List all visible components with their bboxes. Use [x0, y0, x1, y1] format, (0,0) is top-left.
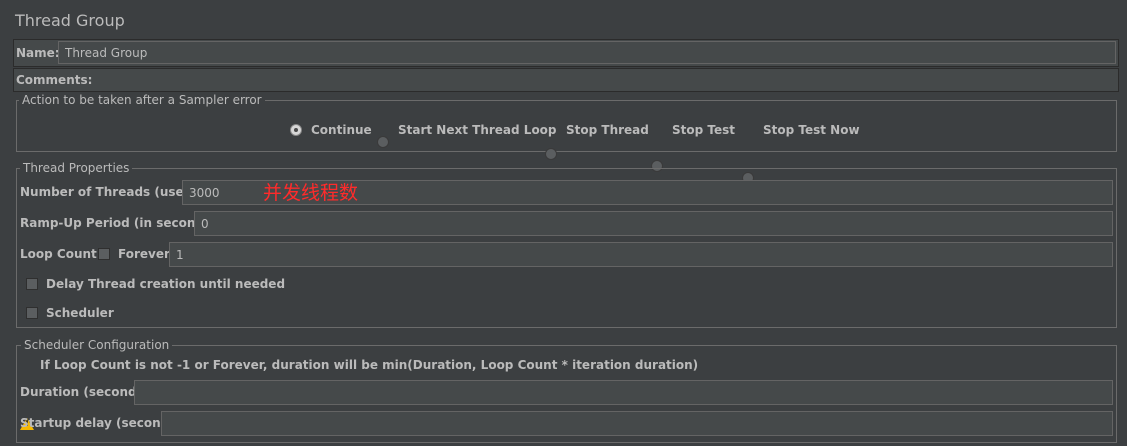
scheduler-label[interactable]: Scheduler	[46, 306, 114, 320]
delay-thread-checkbox[interactable]	[26, 278, 38, 290]
rampup-label: Ramp-Up Period (in seconds):	[20, 216, 222, 230]
forever-checkbox[interactable]	[98, 248, 110, 260]
rampup-field[interactable]: 0	[194, 211, 1113, 236]
panel-title: Thread Group	[15, 11, 125, 30]
threads-label: Number of Threads (users):	[20, 185, 208, 199]
radio-stop-test-label[interactable]: Stop Test	[672, 123, 735, 137]
name-field[interactable]: Thread Group	[58, 41, 1116, 64]
scheduler-config-legend: Scheduler Configuration	[21, 338, 173, 352]
name-label: Name:	[16, 46, 60, 60]
radio-start-next-thread-loop-label[interactable]: Start Next Thread Loop	[398, 123, 557, 137]
forever-label[interactable]: Forever	[118, 247, 170, 261]
comments-label: Comments:	[16, 73, 93, 87]
sampler-error-legend: Action to be taken after a Sampler error	[19, 93, 265, 107]
loop-count-field[interactable]: 1	[169, 242, 1113, 267]
scheduler-warning-text: If Loop Count is not -1 or Forever, dura…	[40, 358, 699, 372]
startup-delay-field[interactable]	[161, 411, 1113, 436]
delay-thread-label[interactable]: Delay Thread creation until needed	[46, 277, 285, 291]
scheduler-checkbox[interactable]	[26, 307, 38, 319]
radio-start-next-thread-loop[interactable]	[377, 136, 389, 148]
thread-properties-legend: Thread Properties	[20, 161, 133, 175]
radio-continue[interactable]	[290, 124, 302, 136]
duration-label: Duration (seconds)	[20, 385, 150, 399]
radio-stop-thread-label[interactable]: Stop Thread	[566, 123, 649, 137]
radio-stop-thread[interactable]	[545, 148, 557, 160]
radio-continue-label[interactable]: Continue	[311, 123, 372, 137]
startup-delay-label: Startup delay (seconds)	[20, 416, 182, 430]
radio-stop-test-now-label[interactable]: Stop Test Now	[763, 123, 860, 137]
duration-field[interactable]	[134, 380, 1113, 405]
threads-annotation: 并发线程数	[263, 182, 359, 204]
loop-count-label: Loop Count:	[20, 247, 102, 261]
comments-field[interactable]	[85, 70, 1116, 89]
